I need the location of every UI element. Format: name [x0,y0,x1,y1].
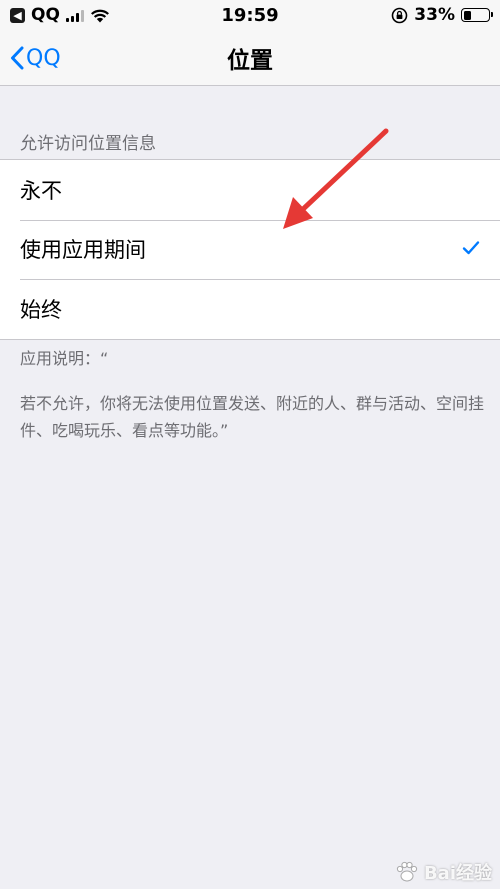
battery-level [463,10,472,20]
battery-icon [461,8,493,22]
back-to-app-icon[interactable]: ◀ [10,7,25,23]
paw-icon [396,861,418,882]
page-title: 位置 [227,48,273,74]
section-header: 允许访问位置信息 [20,134,156,154]
screen: ◀ QQ 19:59 33% QQ 位置 允许访问位置信息 永不 使用应用期间 … [0,0,500,889]
status-bar-left: ◀ QQ [10,5,110,25]
location-options-list: 永不 使用应用期间 始终 [0,159,500,340]
option-label: 永不 [20,178,62,203]
back-button-label: QQ [26,45,61,71]
status-bar-right: 33% [391,5,493,25]
navigation-bar: QQ 位置 [0,30,500,86]
rotation-lock-icon [391,7,408,23]
watermark: Bai经验 [394,859,492,885]
cellular-signal-icon [65,8,84,22]
back-to-app-label[interactable]: QQ [31,5,60,25]
watermark-text: Bai经验 [423,863,492,884]
option-always[interactable]: 始终 [0,279,500,339]
chevron-left-icon [11,46,24,70]
option-label: 使用应用期间 [20,238,146,263]
back-button[interactable]: QQ [10,38,61,78]
option-while-using[interactable]: 使用应用期间 [0,219,500,280]
option-never[interactable]: 永不 [0,160,500,220]
footer-description: 若不允许，你将无法使用位置发送、附近的人、群与活动、空间挂件、吃喝玩乐、看点等功… [20,394,485,440]
footer-intro: 应用说明：“ [20,349,109,368]
checkmark-icon [462,240,480,254]
status-bar: ◀ QQ 19:59 33% [0,0,500,30]
wifi-icon [90,9,109,22]
option-label: 始终 [20,297,62,322]
battery-percent: 33% [414,5,455,25]
